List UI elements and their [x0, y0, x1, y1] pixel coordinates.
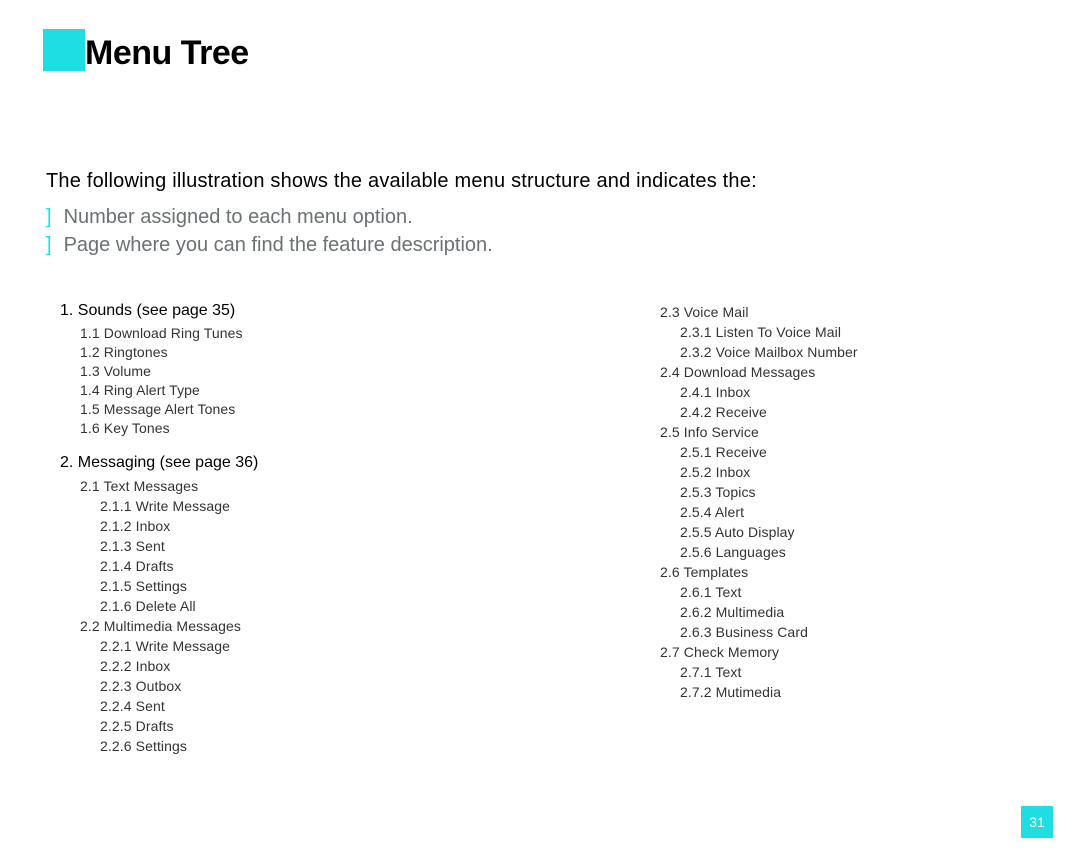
header-accent-square	[43, 29, 85, 71]
menu-subitem: 2.7.2 Mutimedia	[680, 682, 980, 702]
bracket-icon: ]	[46, 203, 52, 231]
menu-subitem: 2.6.3 Business Card	[680, 622, 980, 642]
menu-item: 1.5 Message Alert Tones	[80, 400, 340, 419]
menu-subitem: 2.5.1 Receive	[680, 442, 980, 462]
menu-subitem: 2.1.3 Sent	[100, 536, 340, 556]
menu-item: 2.5 Info Service	[660, 422, 980, 442]
menu-subitem: 2.5.5 Auto Display	[680, 522, 980, 542]
menu-subitem: 2.5.4 Alert	[680, 502, 980, 522]
right-column: 2.3 Voice Mail 2.3.1 Listen To Voice Mai…	[640, 302, 980, 756]
page-number-badge: 31	[1021, 806, 1053, 838]
menu-subitem: 2.3.1 Listen To Voice Mail	[680, 322, 980, 342]
menu-item: 1.2 Ringtones	[80, 343, 340, 362]
menu-item: 2.2 Multimedia Messages	[80, 616, 340, 636]
menu-subitem: 2.2.5 Drafts	[100, 716, 340, 736]
page-title: Menu Tree	[85, 34, 249, 73]
menu-subitem: 2.1.1 Write Message	[100, 496, 340, 516]
menu-subitem: 2.1.2 Inbox	[100, 516, 340, 536]
menu-subitem: 2.6.1 Text	[680, 582, 980, 602]
menu-subitem: 2.2.4 Sent	[100, 696, 340, 716]
menu-subitem: 2.2.2 Inbox	[100, 656, 340, 676]
menu-item: 1.6 Key Tones	[80, 419, 340, 438]
section-heading: 1. Sounds (see page 35)	[60, 302, 340, 320]
menu-subitem: 2.1.6 Delete All	[100, 596, 340, 616]
menu-subitem: 2.2.6 Settings	[100, 736, 340, 756]
bracket-icon: ]	[46, 231, 52, 259]
menu-subitem: 2.2.3 Outbox	[100, 676, 340, 696]
menu-columns: 1. Sounds (see page 35) 1.1 Download Rin…	[60, 302, 980, 756]
menu-subitem: 2.5.2 Inbox	[680, 462, 980, 482]
menu-item: 1.4 Ring Alert Type	[80, 381, 340, 400]
bullet-text: Number assigned to each menu option.	[64, 203, 413, 231]
menu-subitem: 2.6.2 Multimedia	[680, 602, 980, 622]
menu-item: 1.1 Download Ring Tunes	[80, 324, 340, 343]
left-column: 1. Sounds (see page 35) 1.1 Download Rin…	[60, 302, 340, 756]
menu-subitem: 2.4.2 Receive	[680, 402, 980, 422]
menu-item: 1.3 Volume	[80, 362, 340, 381]
menu-subitem: 2.5.6 Languages	[680, 542, 980, 562]
menu-subitem: 2.1.5 Settings	[100, 576, 340, 596]
menu-item: 2.4 Download Messages	[660, 362, 980, 382]
menu-item: 2.7 Check Memory	[660, 642, 980, 662]
menu-subitem: 2.1.4 Drafts	[100, 556, 340, 576]
menu-item: 2.3 Voice Mail	[660, 302, 980, 322]
menu-subitem: 2.5.3 Topics	[680, 482, 980, 502]
bullet-item: ] Page where you can find the feature de…	[46, 231, 493, 259]
bullet-item: ] Number assigned to each menu option.	[46, 203, 493, 231]
page-number: 31	[1029, 814, 1045, 830]
bullet-text: Page where you can find the feature desc…	[64, 231, 493, 259]
menu-item: 2.1 Text Messages	[80, 476, 340, 496]
menu-subitem: 2.4.1 Inbox	[680, 382, 980, 402]
bullet-list: ] Number assigned to each menu option. ]…	[46, 203, 493, 259]
menu-subitem: 2.3.2 Voice Mailbox Number	[680, 342, 980, 362]
intro-text: The following illustration shows the ava…	[46, 170, 757, 193]
section-heading: 2. Messaging (see page 36)	[60, 454, 340, 472]
menu-subitem: 2.2.1 Write Message	[100, 636, 340, 656]
menu-subitem: 2.7.1 Text	[680, 662, 980, 682]
menu-item: 2.6 Templates	[660, 562, 980, 582]
